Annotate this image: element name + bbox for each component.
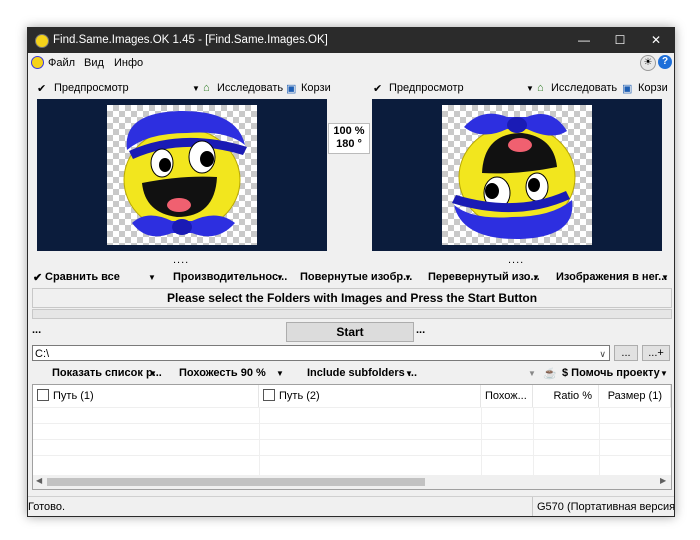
dropdown-arrow-icon[interactable]: ▼ xyxy=(192,84,200,93)
compare-all-option[interactable]: Сравнить все xyxy=(45,271,120,283)
table-row-divider xyxy=(33,455,671,456)
dropdown-arrow-icon[interactable]: ▼ xyxy=(528,369,536,378)
help-icon[interactable]: ? xyxy=(658,55,672,69)
compare-options-bar: ✔ Сравнить все ▼ Производительнос... ▼ П… xyxy=(28,268,674,286)
column-header-ratio[interactable]: Ratio % xyxy=(533,385,599,407)
support-project-button[interactable]: $ Помочь проекту xyxy=(562,367,660,379)
check-icon: ✔ xyxy=(33,272,43,284)
close-icon[interactable]: ✕ xyxy=(638,28,674,53)
right-preview-dots: .... xyxy=(508,254,525,266)
home-icon: ⌂ xyxy=(537,82,544,94)
scroll-right-icon[interactable]: ▶ xyxy=(660,476,666,485)
menu-bar: Файл Вид Инфо ☀ ? xyxy=(28,53,674,73)
images-in-option[interactable]: Изображения в нег... xyxy=(556,271,667,283)
dropdown-arrow-icon[interactable]: ▼ xyxy=(149,369,157,378)
left-preview-toolbar: ✔ Предпросмотр ▼ ⌂ Исследовать ▣ Корзи xyxy=(28,80,348,98)
app-window: Find.Same.Images.OK 1.45 - [Find.Same.Im… xyxy=(27,27,675,517)
menu-app-icon[interactable] xyxy=(31,56,44,69)
scroll-left-icon[interactable]: ◀ xyxy=(36,476,42,485)
include-subfolders-option[interactable]: Include subfolders ... xyxy=(307,367,417,379)
window-title: Find.Same.Images.OK 1.45 - [Find.Same.Im… xyxy=(53,34,328,46)
results-table[interactable]: Путь (1) Путь (2) Похож... Ratio % Разме… xyxy=(32,384,672,490)
smiley-image xyxy=(123,110,247,237)
select-all-checkbox-1[interactable] xyxy=(37,389,49,401)
status-bar: Готово. G570 (Портативная версия/x xyxy=(28,496,674,516)
left-preview-dots: .... xyxy=(173,254,190,266)
show-list-option[interactable]: Показать список р... xyxy=(52,367,162,379)
app-icon xyxy=(35,34,49,48)
progress-bar xyxy=(32,309,672,319)
left-recycle-button[interactable]: Корзи xyxy=(301,82,331,94)
dropdown-arrow-icon[interactable]: ▼ xyxy=(661,273,669,282)
recycle-icon: ▣ xyxy=(286,83,297,95)
maximize-icon[interactable]: ☐ xyxy=(602,28,638,53)
left-image-preview[interactable] xyxy=(37,99,327,251)
dropdown-arrow-icon[interactable]: ▼ xyxy=(532,273,540,282)
zoom-angle: 180 ° xyxy=(336,138,362,150)
left-folder-dots[interactable]: ... xyxy=(32,324,41,336)
dropdown-arrow-icon[interactable]: ▼ xyxy=(276,369,284,378)
table-col-divider xyxy=(533,407,534,475)
dropdown-arrow-icon[interactable]: ▼ xyxy=(526,84,534,93)
dropdown-arrow-icon[interactable]: ▼ xyxy=(404,273,412,282)
rotated-smiley-image xyxy=(452,113,576,240)
performance-option[interactable]: Производительнос... xyxy=(173,271,287,283)
zoom-indicator: 100 % 180 ° xyxy=(328,123,370,154)
column-header-path1[interactable]: Путь (1) xyxy=(33,385,259,407)
home-icon: ⌂ xyxy=(203,82,210,94)
status-ready: Готово. xyxy=(28,501,66,513)
table-row-divider xyxy=(33,423,671,424)
rotated-images-option[interactable]: Повернутые изобр... xyxy=(300,271,412,283)
table-col-divider xyxy=(481,407,482,475)
flipped-images-option[interactable]: Перевернутый изо... xyxy=(428,271,540,283)
column-header-similarity[interactable]: Похож... xyxy=(481,385,533,407)
check-icon: ✔ xyxy=(373,83,383,95)
settings-icon[interactable]: ☀ xyxy=(640,55,656,71)
zoom-percent: 100 % xyxy=(333,125,365,137)
right-preview-toolbar: ✔ Предпросмотр ▼ ⌂ Исследовать ▣ Корзи xyxy=(364,80,674,98)
scrollbar-thumb[interactable] xyxy=(47,478,425,486)
recycle-icon: ▣ xyxy=(622,83,633,95)
browse-button[interactable]: ... xyxy=(614,345,638,361)
column-header-path2[interactable]: Путь (2) xyxy=(259,385,481,407)
horizontal-scrollbar[interactable]: ◀ ▶ xyxy=(33,475,671,489)
left-preview-label[interactable]: Предпросмотр xyxy=(54,82,129,94)
options-bar: Показать список р... ▼ Похожесть 90 % ▼ … xyxy=(28,364,674,382)
similarity-option[interactable]: Похожесть 90 % xyxy=(179,367,266,379)
right-image-preview[interactable] xyxy=(372,99,662,251)
select-all-checkbox-2[interactable] xyxy=(263,389,275,401)
dropdown-arrow-icon[interactable]: ▼ xyxy=(660,369,668,378)
minimize-icon[interactable]: — xyxy=(566,28,602,53)
title-bar[interactable]: Find.Same.Images.OK 1.45 - [Find.Same.Im… xyxy=(28,28,674,53)
left-explore-button[interactable]: Исследовать xyxy=(217,82,283,94)
status-message: Please select the Folders with Images an… xyxy=(32,288,672,308)
chevron-down-icon[interactable]: ∨ xyxy=(599,346,606,362)
right-explore-button[interactable]: Исследовать xyxy=(551,82,617,94)
coffee-cup-icon: ☕ xyxy=(543,368,557,380)
check-icon: ✔ xyxy=(37,83,47,95)
menu-view[interactable]: Вид xyxy=(84,57,104,69)
table-row-divider xyxy=(33,439,671,440)
menu-info[interactable]: Инфо xyxy=(114,57,143,69)
right-folder-dots[interactable]: ... xyxy=(416,324,425,336)
table-col-divider xyxy=(259,407,260,475)
folder-path-value: C:\ xyxy=(35,348,50,360)
right-recycle-button[interactable]: Корзи xyxy=(638,82,668,94)
table-row-divider xyxy=(33,407,671,408)
start-button[interactable]: Start xyxy=(286,322,414,342)
column-header-size[interactable]: Размер (1) xyxy=(599,385,671,407)
add-folder-button[interactable]: ...+ xyxy=(642,345,670,361)
status-version: G570 (Портативная версия/x xyxy=(532,497,674,516)
dropdown-arrow-icon[interactable]: ▼ xyxy=(148,273,156,282)
folder-path-input[interactable]: C:\ ∨ xyxy=(32,345,610,361)
right-preview-label[interactable]: Предпросмотр xyxy=(389,82,464,94)
table-col-divider xyxy=(599,407,600,475)
dropdown-arrow-icon[interactable]: ▼ xyxy=(276,273,284,282)
menu-file[interactable]: Файл xyxy=(48,57,75,69)
dropdown-arrow-icon[interactable]: ▼ xyxy=(405,369,413,378)
